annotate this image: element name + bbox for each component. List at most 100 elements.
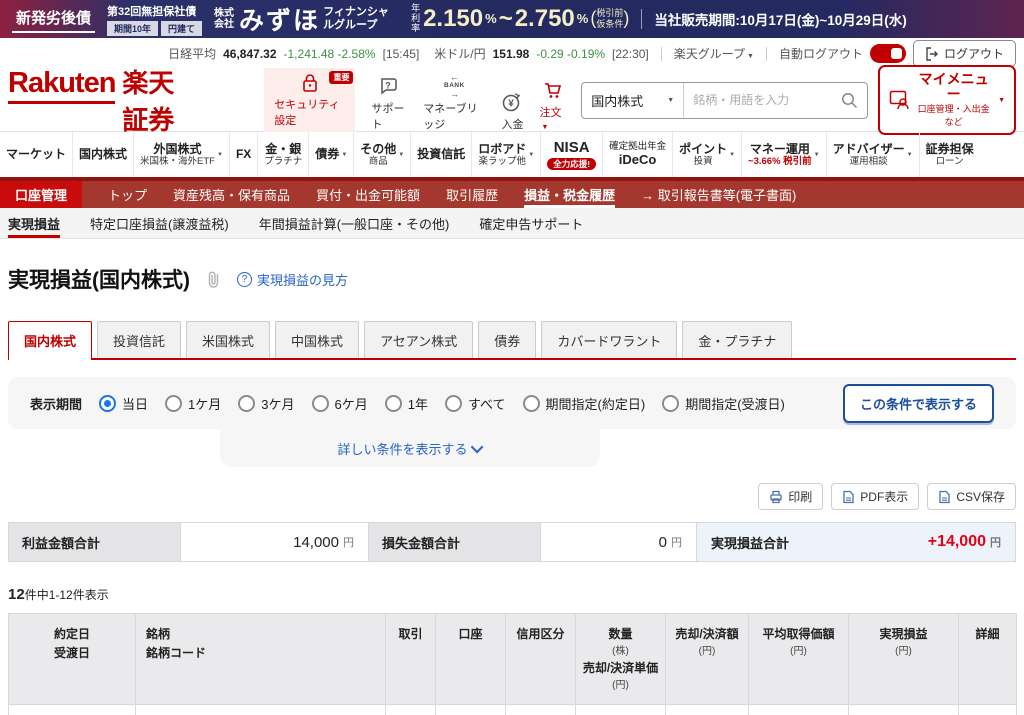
period-option-today[interactable]: 当日 [99, 394, 148, 413]
nikkei-time: [15:45] [383, 47, 420, 61]
col-sale-amount: 売却/決済額(円) [666, 614, 749, 705]
print-button[interactable]: 印刷 [758, 483, 823, 510]
cell-sale-amount: 304,000 [666, 705, 749, 715]
radio-icon [523, 395, 540, 412]
nikkei-value: 46,847.32 [223, 47, 276, 61]
nav-money-management[interactable]: マネー運用~3.66% 税引前▼ [741, 132, 826, 177]
nav-fx[interactable]: FX [229, 132, 257, 177]
subnav-annual-pl[interactable]: 年間損益計算(一般口座・その他) [259, 208, 450, 238]
nav-securities-loan[interactable]: 証券担保ローン [919, 132, 980, 177]
ad-issuer-prefix: 株式会社 [214, 8, 236, 31]
tab-investment-trusts[interactable]: 投資信託 [97, 321, 181, 358]
apply-filter-button[interactable]: この条件で表示する [843, 384, 994, 423]
symbol-search-box: 国内株式 ▼ [581, 82, 868, 119]
tab-bonds[interactable]: 債券 [478, 321, 536, 358]
subnav-tax-return-support[interactable]: 確定申告サポート [479, 208, 583, 238]
account-nav-pl-tax-history[interactable]: 損益・税金履歴 [524, 181, 615, 208]
tab-asean-stocks[interactable]: アセアン株式 [364, 321, 473, 358]
nav-point-investment[interactable]: ポイント投資▼ [672, 132, 741, 177]
chevron-down-icon: ▼ [907, 152, 913, 158]
nav-other-products[interactable]: その他商品▼ [353, 132, 410, 177]
radio-icon [165, 395, 182, 412]
main-product-nav: マーケット 国内株式 外国株式米国株・海外ETF▼ FX 金・銀プラチナ 債券▼… [0, 131, 1024, 177]
auto-logout-toggle[interactable] [870, 44, 906, 63]
account-nav-assets[interactable]: 資産残高・保有商品 [173, 181, 290, 208]
lock-icon [301, 73, 319, 93]
nav-bonds[interactable]: 債券▼ [308, 132, 353, 177]
account-nav-top[interactable]: トップ [108, 181, 147, 208]
chat-question-icon: ? [378, 75, 400, 97]
tab-us-stocks[interactable]: 米国株式 [186, 321, 270, 358]
show-detailed-conditions-link[interactable]: 詳しい条件を表示する [337, 439, 482, 458]
pl-help-link[interactable]: 実現損益の見方 [237, 270, 348, 289]
ad-rate: 年利率 2.150 % ~ 2.750 % 税引前 仮条件 [411, 4, 629, 34]
cell-symbol: 京都フィナンシャルG5844 [136, 705, 386, 715]
account-nav-trade-reports[interactable]: → 取引報告書等(電子書面) [641, 181, 796, 208]
logo-en: Rakuten [8, 67, 115, 104]
period-option-3months[interactable]: 3ケ月 [238, 394, 294, 413]
realized-pl-total-label: 実現損益合計 [711, 533, 789, 552]
subnav-specific-account-pl[interactable]: 特定口座損益(譲渡益税) [90, 208, 229, 238]
tab-gold-platinum[interactable]: 金・プラチナ [682, 321, 792, 358]
tab-covered-warrants[interactable]: カバードワラント [541, 321, 677, 358]
period-option-1year[interactable]: 1年 [385, 394, 428, 413]
account-nav-trade-history[interactable]: 取引履歴 [446, 181, 498, 208]
display-period-filter: 表示期間 当日 1ケ月 3ケ月 6ケ月 1年 すべて 期間指定(約定日) 期間指… [8, 377, 1016, 429]
chevron-down-icon: ▼ [747, 53, 754, 60]
nav-nisa[interactable]: NISA全力応援! [540, 132, 602, 177]
rakuten-securities-logo[interactable]: Rakuten 楽天証券 [8, 63, 198, 137]
radio-icon [385, 395, 402, 412]
money-bridge-button[interactable]: BANK マネーブリッジ [423, 75, 485, 132]
period-option-range-settle-date[interactable]: 期間指定(受渡日) [662, 394, 785, 413]
security-settings-button[interactable]: 重要 セキュリティ設定 [264, 68, 355, 132]
order-button[interactable]: 注文 ▼ [539, 79, 567, 132]
chevron-down-icon: ▼ [217, 152, 223, 158]
my-menu-button[interactable]: マイメニュー 口座管理・入出金など ▼ [878, 65, 1016, 136]
period-option-range-trade-date[interactable]: 期間指定(約定日) [523, 394, 646, 413]
nav-gold-platinum[interactable]: 金・銀プラチナ [257, 132, 308, 177]
nav-market[interactable]: マーケット [0, 132, 72, 177]
search-icon[interactable] [841, 92, 858, 109]
security-settings-label: セキュリティ設定 [274, 96, 345, 128]
pl-sub-nav: 実現損益 特定口座損益(譲渡益税) 年間損益計算(一般口座・その他) 確定申告サ… [0, 208, 1024, 239]
logout-label: ログアウト [944, 45, 1004, 62]
nikkei-label: 日経平均 [168, 45, 216, 62]
nisa-badge: 全力応援! [547, 158, 596, 170]
account-nav-buying-power[interactable]: 買付・出金可能額 [316, 181, 420, 208]
ad-term-tag: 期間10年 [107, 21, 158, 36]
subnav-realized-pl[interactable]: 実現損益 [8, 208, 60, 238]
deposit-button[interactable]: ¥ 入金 [501, 91, 523, 132]
period-option-6months[interactable]: 6ケ月 [312, 394, 368, 413]
cell-detail [959, 705, 1017, 715]
mizuho-bond-ad-banner[interactable]: 新発劣後債 第32回無担保社債 期間10年 円建て 株式会社 みずほ フィナンシ… [0, 0, 1024, 38]
paperclip-icon[interactable] [205, 270, 222, 289]
deposit-label: 入金 [501, 116, 523, 132]
support-button[interactable]: ? サポート [371, 75, 407, 132]
pdf-view-button[interactable]: PDF表示 [831, 483, 919, 510]
logout-button[interactable]: ログアウト [913, 40, 1016, 67]
tab-china-stocks[interactable]: 中国株式 [275, 321, 359, 358]
tab-domestic-stocks[interactable]: 国内株式 [8, 321, 92, 360]
important-badge: 重要 [329, 71, 353, 84]
nav-investment-trusts[interactable]: 投資信託 [410, 132, 471, 177]
table-row[interactable]: 2025/10/142025/10/16 京都フィナンシャルG5844 売埋 特… [9, 705, 1017, 715]
period-option-1month[interactable]: 1ケ月 [165, 394, 221, 413]
ticker-divider [661, 47, 662, 61]
csv-save-button[interactable]: CSV保存 [927, 483, 1016, 510]
nav-ideco[interactable]: 確定拠出年金iDeCo [602, 132, 672, 177]
nav-foreign-stocks[interactable]: 外国株式米国株・海外ETF▼ [133, 132, 229, 177]
main-content: 実現損益(国内株式) 実現損益の見方 国内株式 投資信託 米国株式 中国株式 ア… [0, 264, 1024, 715]
rakuten-group-menu[interactable]: 楽天グループ▼ [674, 45, 754, 62]
nav-advisor[interactable]: アドバイザー運用相談▼ [826, 132, 919, 177]
ticker-divider-2 [766, 47, 767, 61]
search-input[interactable] [684, 93, 832, 107]
results-count-suffix: 件中1-12件表示 [25, 588, 109, 602]
search-category-select[interactable]: 国内株式 ▼ [582, 83, 684, 118]
rakuten-securities-page: 新発劣後債 第32回無担保社債 期間10年 円建て 株式会社 みずほ フィナンシ… [0, 0, 1024, 715]
nav-robo-advisor[interactable]: ロボアド楽ラップ他▼ [471, 132, 540, 177]
col-account-type: 口座 [436, 614, 506, 705]
nav-domestic-stocks[interactable]: 国内株式 [72, 132, 133, 177]
cart-icon [542, 79, 564, 101]
logo-jp: 楽天証券 [122, 63, 198, 137]
period-option-all[interactable]: すべて [445, 394, 506, 413]
